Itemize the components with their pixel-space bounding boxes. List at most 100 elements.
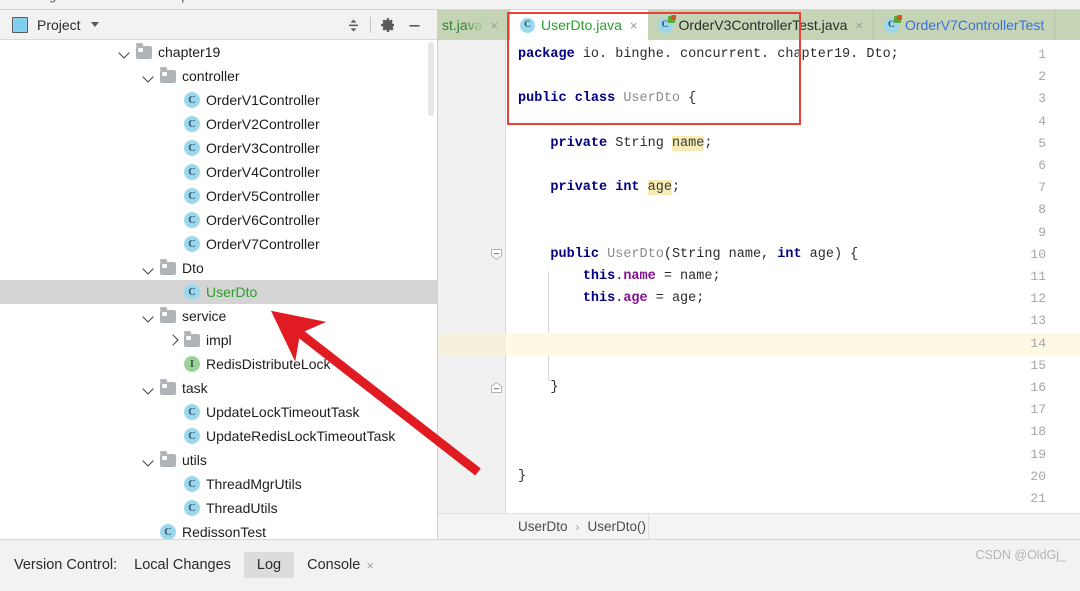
tree-node-orderv1controller[interactable]: C OrderV1Controller: [0, 88, 437, 112]
class-icon: C: [520, 17, 535, 33]
code-line-10[interactable]: public UserDto(String name, int age) {: [518, 244, 858, 266]
code-token: String: [607, 135, 672, 151]
line-number: 19: [1030, 446, 1046, 462]
code-line-20[interactable]: }: [518, 466, 526, 488]
tree-node-redisdistributelock[interactable]: I RedisDistributeLock: [0, 352, 437, 376]
tree-node-orderv3controller[interactable]: C OrderV3Controller: [0, 136, 437, 160]
code-editor[interactable]: 1 2 3 4 5 6 7 8 9 10 11 12 13 14 15 16 17 18 19 20 21 package…: [438, 40, 1080, 513]
breadcrumb-class[interactable]: UserDto: [518, 519, 568, 534]
code-line-11[interactable]: this.name = name;: [518, 266, 721, 288]
line-number: 18: [1030, 424, 1046, 440]
minimize-icon[interactable]: [401, 12, 427, 38]
vcs-tab-log[interactable]: Log: [243, 552, 295, 578]
code-fold-icon[interactable]: [490, 381, 503, 394]
line-number: 13: [1030, 313, 1046, 329]
chevron-down-icon[interactable]: [142, 453, 156, 467]
chevron-down-icon[interactable]: [142, 381, 156, 395]
tree-node-updateredislocktimeouttask[interactable]: C UpdateRedisLockTimeoutTask: [0, 424, 437, 448]
tree-node-label: UserDto: [206, 284, 258, 300]
editor-gutter[interactable]: [438, 40, 506, 513]
tree-node-label: OrderV7Controller: [206, 236, 320, 252]
tree-node-chapter19[interactable]: chapter19: [0, 40, 437, 64]
chevron-down-icon[interactable]: [90, 22, 99, 27]
code-line-16[interactable]: }: [518, 377, 558, 399]
crumb-3[interactable]: chapter19: [162, 0, 215, 3]
editor-tab-st-java[interactable]: st.java ×: [438, 10, 510, 40]
crumb-2[interactable]: concurrent: [87, 0, 144, 3]
collapse-all-icon[interactable]: [340, 12, 366, 38]
line-number: 21: [1030, 491, 1046, 506]
editor-tab-orderv3controllertest-java[interactable]: C OrderV3ControllerTest.java ×: [648, 10, 874, 40]
tree-node-utils[interactable]: utils: [0, 448, 437, 472]
tree-node-label: RedissonTest: [182, 524, 267, 539]
code-line-1[interactable]: package io. binghe. concurrent. chapter1…: [518, 44, 899, 66]
editor-tab-label: OrderV3ControllerTest.java: [678, 17, 848, 33]
code-line-5[interactable]: private String name;: [518, 133, 712, 155]
line-number: 17: [1030, 402, 1046, 418]
class-icon: C: [184, 116, 200, 132]
tree-node-orderv2controller[interactable]: C OrderV2Controller: [0, 112, 437, 136]
code-line-12[interactable]: this.age = age;: [518, 288, 705, 310]
chevron-down-icon[interactable]: [142, 309, 156, 323]
tree-node-orderv5controller[interactable]: C OrderV5Controller: [0, 184, 437, 208]
crumb-4[interactable]: Dto: [233, 0, 252, 3]
editor-tab-userdto-java[interactable]: C UserDto.java ×: [510, 10, 648, 40]
tree-node-threadutils[interactable]: C ThreadUtils: [0, 496, 437, 520]
editor-breadcrumb[interactable]: UserDto › UserDto(): [438, 513, 1080, 539]
breadcrumb-member[interactable]: UserDto(): [588, 519, 647, 534]
chevron-down-icon[interactable]: [118, 45, 132, 59]
watermark-text: CSDN @OldGj_: [975, 548, 1067, 562]
tree-node-label: OrderV6Controller: [206, 212, 320, 228]
test-class-icon: C: [657, 14, 676, 33]
crumb-5[interactable]: UserDto: [270, 0, 314, 3]
tree-node-label: UpdateLockTimeoutTask: [206, 404, 360, 420]
code-token: name: [623, 269, 656, 284]
tree-node-impl[interactable]: impl: [0, 328, 437, 352]
chevron-down-icon[interactable]: [142, 261, 156, 275]
crumb-1[interactable]: binghe: [33, 0, 69, 3]
tree-node-userdto[interactable]: C UserDto: [0, 280, 437, 304]
chevron-right-icon[interactable]: [166, 333, 180, 347]
crumb-sep: ›: [215, 0, 233, 3]
tree-node-controller[interactable]: controller: [0, 64, 437, 88]
tree-node-orderv6controller[interactable]: C OrderV6Controller: [0, 208, 437, 232]
tree-node-task[interactable]: task: [0, 376, 437, 400]
tree-node-updatelocktimeouttask[interactable]: C UpdateLockTimeoutTask: [0, 400, 437, 424]
line-number: 9: [1038, 224, 1046, 240]
class-icon: C: [184, 188, 200, 204]
tree-node-label: task: [182, 380, 208, 396]
close-icon[interactable]: ×: [490, 19, 498, 32]
tree-node-orderv4controller[interactable]: C OrderV4Controller: [0, 160, 437, 184]
editor-tab-orderv7controllertest[interactable]: C OrderV7ControllerTest: [874, 10, 1056, 40]
vcs-tab-console[interactable]: Console ×: [294, 552, 387, 578]
close-icon[interactable]: ×: [630, 19, 638, 32]
chevron-down-icon[interactable]: [142, 69, 156, 83]
editor-tab-label: OrderV7ControllerTest: [904, 17, 1045, 33]
vcs-tab-local-changes[interactable]: Local Changes: [121, 552, 244, 578]
scrollbar-thumb[interactable]: [428, 42, 434, 116]
close-icon[interactable]: ×: [366, 558, 374, 573]
line-number: 16: [1030, 380, 1046, 395]
top-breadcrumb[interactable]: io›binghe›concurrent›chapter19›Dto›UserD…: [6, 0, 314, 3]
code-line-3[interactable]: public class UserDto {: [518, 88, 696, 110]
tree-node-dto[interactable]: Dto: [0, 256, 437, 280]
editor-tab-label: UserDto.java: [541, 17, 622, 33]
project-tree[interactable]: chapter19 controller C OrderV1Controller C Or…: [0, 40, 437, 539]
project-tree-scrollbar[interactable]: [427, 40, 436, 539]
tree-node-threadmgrutils[interactable]: C ThreadMgrUtils: [0, 472, 437, 496]
version-control-tabs[interactable]: Version Control: Local Changes Log Console ×: [0, 550, 387, 580]
line-number: 7: [1038, 180, 1046, 196]
editor-tab-bar[interactable]: st.java × C UserDto.java × C OrderV3Controller…: [438, 10, 1080, 40]
close-icon[interactable]: ×: [855, 19, 863, 32]
gear-icon[interactable]: [375, 12, 401, 38]
crumb-0[interactable]: io: [6, 0, 15, 3]
tree-node-label: impl: [206, 332, 232, 348]
tree-node-service[interactable]: service: [0, 304, 437, 328]
tree-node-redissontest[interactable]: C RedissonTest: [0, 520, 437, 539]
code-fold-icon[interactable]: [490, 248, 503, 261]
code-line-7[interactable]: private int age;: [518, 177, 680, 199]
tree-node-orderv7controller[interactable]: C OrderV7Controller: [0, 232, 437, 256]
